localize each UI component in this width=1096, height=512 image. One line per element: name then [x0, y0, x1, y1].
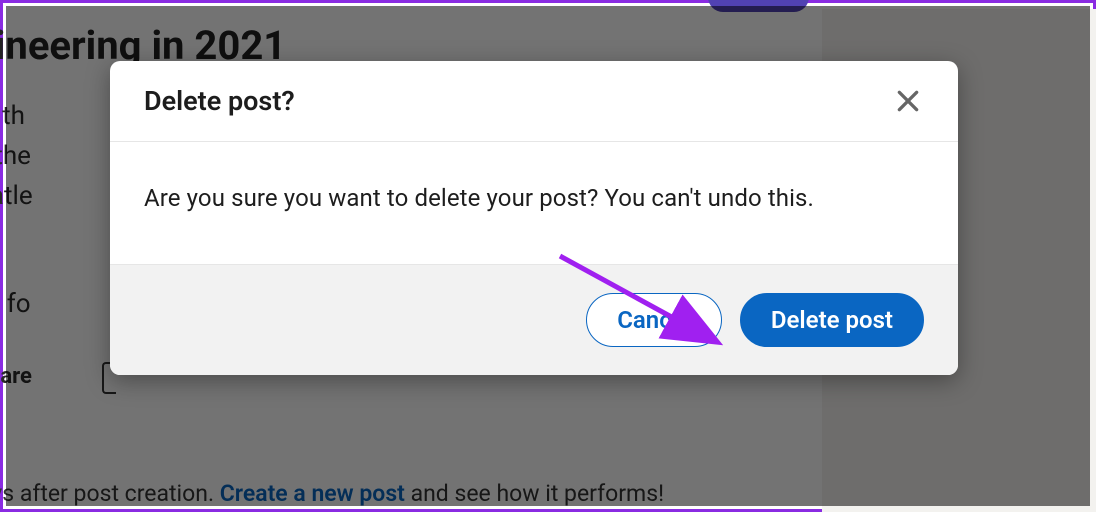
delete-post-modal: Delete post? Are you sure you want to de… — [110, 61, 958, 375]
modal-header: Delete post? — [110, 61, 958, 142]
modal-message: Are you sure you want to delete your pos… — [144, 184, 924, 212]
modal-body: Are you sure you want to delete your pos… — [110, 142, 958, 264]
delete-post-button[interactable]: Delete post — [740, 293, 924, 347]
page-frame: al engineering in 2021 ion for th me of … — [0, 0, 1096, 512]
cancel-button[interactable]: Cancel — [586, 293, 722, 347]
close-icon — [895, 88, 921, 114]
modal-close-button[interactable] — [888, 81, 928, 121]
modal-title: Delete post? — [144, 85, 295, 117]
modal-footer: Cancel Delete post — [110, 264, 958, 375]
